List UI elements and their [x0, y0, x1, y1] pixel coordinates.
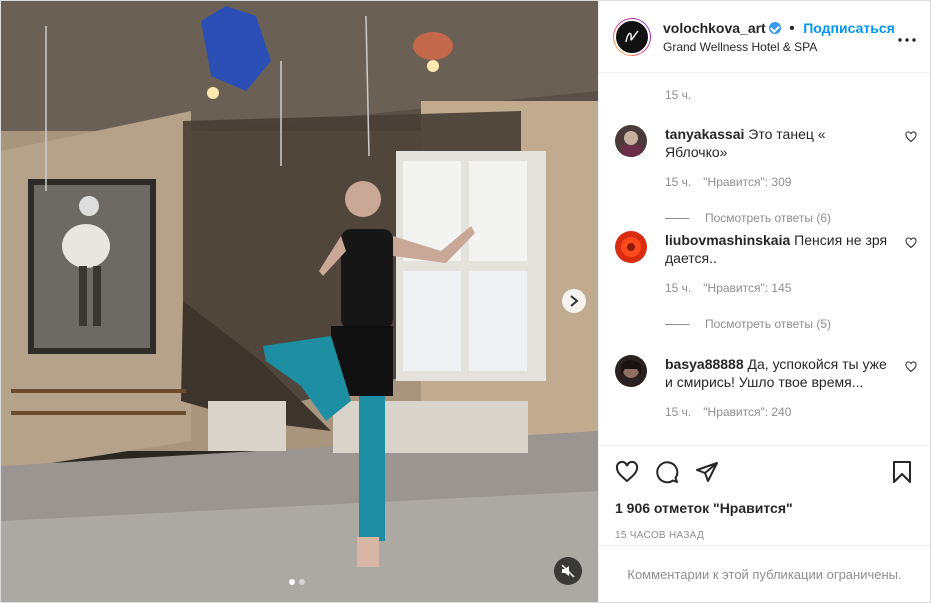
- caption-time: 15 ч.: [665, 88, 692, 102]
- view-replies-label: Посмотреть ответы (5): [705, 317, 832, 331]
- view-replies-button[interactable]: Посмотреть ответы (5): [665, 317, 917, 331]
- action-bar: [615, 446, 914, 498]
- comment-time[interactable]: 15 ч.: [665, 175, 691, 189]
- avatar-image: [621, 237, 641, 257]
- speaker-muted-icon: [561, 564, 575, 578]
- bookmark-icon[interactable]: [890, 460, 914, 484]
- next-slide-button[interactable]: [562, 289, 586, 313]
- comment-username[interactable]: liubovmashinskaia: [665, 232, 790, 248]
- heart-icon[interactable]: [615, 460, 639, 484]
- verified-badge-icon: [768, 21, 781, 34]
- video-frame-image: [1, 1, 598, 602]
- comment-avatar[interactable]: [615, 231, 647, 263]
- comment-likes[interactable]: "Нравится": 145: [703, 281, 791, 295]
- comment-username[interactable]: tanyakassai: [665, 126, 744, 142]
- post-dialog: volochkova_art • Подписаться Grand Welln…: [0, 0, 931, 603]
- signature-logo-icon: [625, 30, 639, 42]
- comment-avatar[interactable]: [615, 355, 647, 387]
- comment-avatar[interactable]: [615, 125, 647, 157]
- carousel-dot: [289, 579, 295, 585]
- heart-icon[interactable]: [905, 131, 917, 143]
- heart-icon[interactable]: [905, 237, 917, 249]
- post-timestamp[interactable]: 15 часов назад: [615, 530, 914, 541]
- comments-limited-notice: Комментарии к этой публикации ограничены…: [599, 545, 930, 602]
- comment-username[interactable]: basya88888: [665, 356, 744, 372]
- avatar-image: [621, 360, 641, 378]
- avatar-image: [621, 131, 641, 157]
- view-replies-button[interactable]: Посмотреть ответы (6): [665, 211, 917, 225]
- post-sidebar: volochkova_art • Подписаться Grand Welln…: [598, 1, 930, 602]
- comment-icon[interactable]: [655, 460, 679, 484]
- post-header: volochkova_art • Подписаться Grand Welln…: [599, 1, 930, 73]
- comment-time[interactable]: 15 ч.: [665, 281, 691, 295]
- separator-dot: •: [789, 19, 795, 37]
- comments-list[interactable]: 15 ч. tanyakassai Это танец « Яблочко» 1…: [599, 73, 930, 445]
- view-replies-label: Посмотреть ответы (6): [705, 211, 832, 225]
- comment-item: basya88888 Да, успокойся ты уже и смирис…: [615, 355, 917, 419]
- more-options-button[interactable]: [898, 26, 916, 47]
- username-link[interactable]: volochkova_art: [663, 20, 766, 36]
- location-link[interactable]: Grand Wellness Hotel & SPA: [663, 40, 898, 54]
- avatar: [614, 18, 650, 55]
- follow-button[interactable]: Подписаться: [803, 20, 895, 36]
- chevron-right-icon: [570, 295, 579, 307]
- comment-likes[interactable]: "Нравится": 240: [703, 405, 791, 419]
- comment-item: liubovmashinskaia Пенсия не зря дается..…: [615, 231, 917, 331]
- story-ring[interactable]: [613, 17, 651, 56]
- mute-toggle-button[interactable]: [554, 557, 582, 585]
- carousel-indicator: [289, 579, 305, 585]
- post-media-video[interactable]: [1, 1, 598, 602]
- post-actions-section: 1 906 отметок "Нравится" 15 часов назад …: [599, 445, 930, 602]
- more-horizontal-icon: [898, 38, 916, 42]
- likes-count[interactable]: 1 906 отметок "Нравится": [615, 500, 914, 516]
- comment-time[interactable]: 15 ч.: [665, 405, 691, 419]
- comment-item: tanyakassai Это танец « Яблочко» 15 ч. "Н…: [615, 125, 917, 225]
- comment-likes[interactable]: "Нравится": 309: [703, 175, 791, 189]
- heart-icon[interactable]: [905, 361, 917, 373]
- share-icon[interactable]: [695, 460, 719, 484]
- carousel-dot: [299, 579, 305, 585]
